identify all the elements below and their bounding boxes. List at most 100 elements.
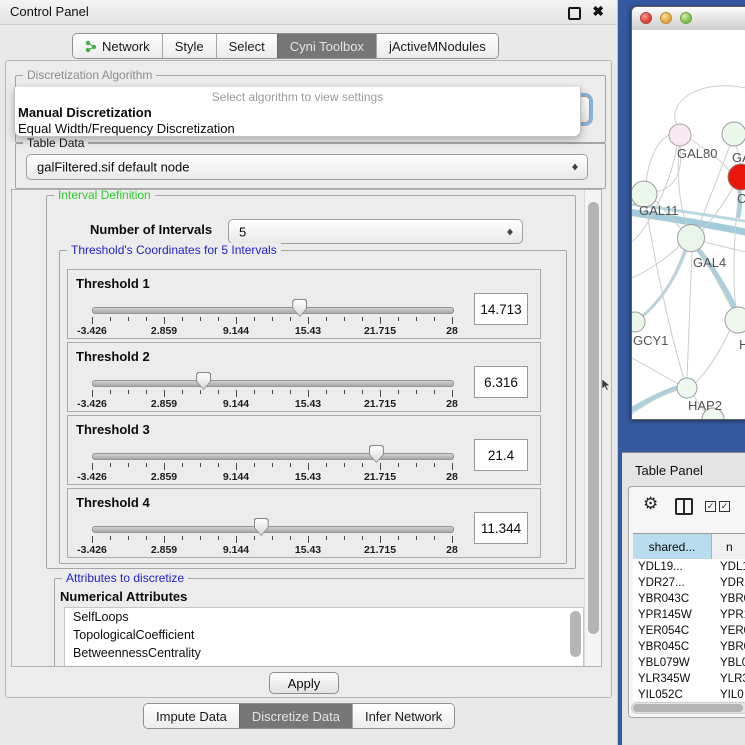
- shared-name-cell: YBR043C: [633, 593, 711, 605]
- minimize-traffic-light-icon[interactable]: [660, 12, 672, 24]
- slider-tick: [182, 536, 183, 540]
- cyni-toolbox-panel: Discretization Algorithm Table Data galF…: [5, 60, 612, 698]
- slider-tick: [290, 463, 291, 467]
- tab-impute-data[interactable]: Impute Data: [144, 704, 239, 728]
- network-canvas[interactable]: GAL80GACGAL11GAL4GCY1HHAP2: [632, 30, 745, 419]
- table-row[interactable]: YBL079WYBL0: [633, 655, 745, 671]
- slider-tick: [254, 317, 255, 321]
- table-row[interactable]: YIL052CYIL0: [633, 687, 745, 701]
- checkbox-icon[interactable]: ✓: [719, 501, 730, 512]
- table-row[interactable]: YBR045CYBR0: [633, 639, 745, 655]
- float-icon[interactable]: [568, 7, 581, 20]
- slider-thumb[interactable]: [196, 372, 211, 390]
- slider-tick: [92, 390, 93, 397]
- slider-tick: [434, 390, 435, 394]
- name-cell: YDL1: [711, 561, 745, 573]
- network-window-titlebar[interactable]: [632, 7, 745, 31]
- shared-name-cell: YPR145W: [633, 609, 711, 621]
- tab-cyni-toolbox[interactable]: Cyni Toolbox: [277, 34, 376, 58]
- popup-hint-item[interactable]: Select algorithm to view settings: [15, 87, 580, 104]
- network-node-label: GAL4: [693, 255, 726, 270]
- table-row[interactable]: YPR145WYPR1: [633, 607, 745, 623]
- tab-discretize-data[interactable]: Discretize Data: [239, 704, 352, 728]
- tab-jactivemnodules[interactable]: jActiveMNodules: [376, 34, 498, 58]
- slider-tick: [164, 317, 165, 324]
- attribute-list-item[interactable]: BetweennessCentrality: [65, 644, 583, 662]
- tab-network[interactable]: Network: [73, 34, 162, 58]
- slider-tick: [92, 463, 93, 470]
- attribute-list-item[interactable]: SelfLoops: [65, 608, 583, 626]
- shared-name-cell: YDL19...: [633, 561, 711, 573]
- slider-tick-label: 21.715: [364, 471, 396, 483]
- table-row[interactable]: YER054CYER0: [633, 623, 745, 639]
- network-node: [728, 164, 745, 190]
- threshold-value-field[interactable]: 14.713: [474, 293, 528, 325]
- slider-tick: [452, 317, 453, 324]
- shared-name-cell: YIL052C: [633, 689, 711, 701]
- slider-thumb[interactable]: [369, 445, 384, 463]
- column-header-name[interactable]: n: [712, 534, 745, 560]
- slider-track[interactable]: [92, 526, 454, 533]
- tab-select[interactable]: Select: [216, 34, 277, 58]
- split-columns-icon[interactable]: [675, 498, 693, 515]
- table-row[interactable]: YDL19...YDL1: [633, 559, 745, 575]
- attributes-group: Attributes to discretize Numerical Attri…: [54, 578, 589, 667]
- algorithm-dropdown-popup: Select algorithm to view settings Manual…: [14, 87, 581, 137]
- number-of-intervals-combobox[interactable]: 5: [228, 219, 523, 244]
- slider-track[interactable]: [92, 453, 454, 460]
- checkbox-icon[interactable]: ✓: [705, 501, 716, 512]
- slider-tick: [326, 390, 327, 394]
- apply-button[interactable]: Apply: [269, 672, 339, 694]
- table-row[interactable]: YBR043CYBR0: [633, 591, 745, 607]
- close-traffic-light-icon[interactable]: [640, 12, 652, 24]
- threshold-label: Threshold 4: [76, 495, 150, 510]
- slider-tick-label: 2.859: [151, 544, 177, 556]
- popup-item-equal-width-frequency[interactable]: Equal Width/Frequency Discretization: [15, 120, 580, 136]
- network-edge: [643, 250, 684, 317]
- slider-track[interactable]: [92, 307, 454, 314]
- popup-item-manual-discretization[interactable]: Manual Discretization: [15, 104, 580, 120]
- threshold-coordinates-group: Threshold's Coordinates for 5 Intervals …: [59, 250, 567, 564]
- slider-tick: [182, 317, 183, 321]
- network-edge: [646, 134, 672, 183]
- slider-tick-label: 2.859: [151, 398, 177, 410]
- slider-thumb[interactable]: [254, 518, 269, 536]
- table-data-combobox[interactable]: galFiltered.sif default node: [26, 154, 588, 180]
- numerical-attributes-list[interactable]: SelfLoopsTopologicalCoefficientBetweenne…: [64, 607, 584, 667]
- slider-tick: [182, 390, 183, 394]
- threshold-value-field[interactable]: 21.4: [474, 439, 528, 471]
- panel-scrollbar-thumb[interactable]: [588, 202, 599, 634]
- slider-track[interactable]: [92, 380, 454, 387]
- table-row[interactable]: YDR27...YDR2: [633, 575, 745, 591]
- slider-thumb[interactable]: [292, 299, 307, 317]
- threshold-value-field[interactable]: 11.344: [474, 512, 528, 544]
- name-cell: YBR0: [711, 641, 745, 653]
- slider-tick: [92, 317, 93, 324]
- panel-scrollbar[interactable]: [584, 190, 602, 666]
- slider-tick: [434, 317, 435, 321]
- table-row[interactable]: YLR345WYLR3: [633, 671, 745, 687]
- gear-icon[interactable]: ⚙: [643, 494, 658, 514]
- tab-style[interactable]: Style: [162, 34, 216, 58]
- tab-infer-network[interactable]: Infer Network: [352, 704, 454, 728]
- slider-tick: [182, 463, 183, 467]
- threshold-value-field[interactable]: 6.316: [474, 366, 528, 398]
- attributes-list-scrollbar[interactable]: [570, 611, 581, 657]
- name-cell: YDR2: [711, 577, 745, 589]
- zoom-traffic-light-icon[interactable]: [680, 12, 692, 24]
- slider-tick: [218, 536, 219, 540]
- slider-tick: [92, 536, 93, 543]
- slider-tick-label: 28: [446, 471, 458, 483]
- table-panel-title: Table Panel: [635, 463, 703, 478]
- attribute-list-item[interactable]: TopologicalCoefficient: [65, 626, 583, 644]
- tab-cyni-toolbox-label: Cyni Toolbox: [290, 39, 364, 54]
- column-header-shared-name[interactable]: shared...: [633, 534, 712, 560]
- slider-tick: [128, 463, 129, 467]
- table-horizontal-scrollbar-thumb[interactable]: [633, 704, 743, 712]
- threshold-label: Threshold 1: [76, 276, 150, 291]
- slider-tick-label: 28: [446, 325, 458, 337]
- close-icon[interactable]: ✖: [592, 3, 604, 20]
- shared-name-cell: YDR27...: [633, 577, 711, 589]
- table-horizontal-scrollbar[interactable]: [631, 702, 745, 714]
- threshold-panel: Threshold 1-3.4262.8599.14415.4321.71528…: [67, 269, 541, 339]
